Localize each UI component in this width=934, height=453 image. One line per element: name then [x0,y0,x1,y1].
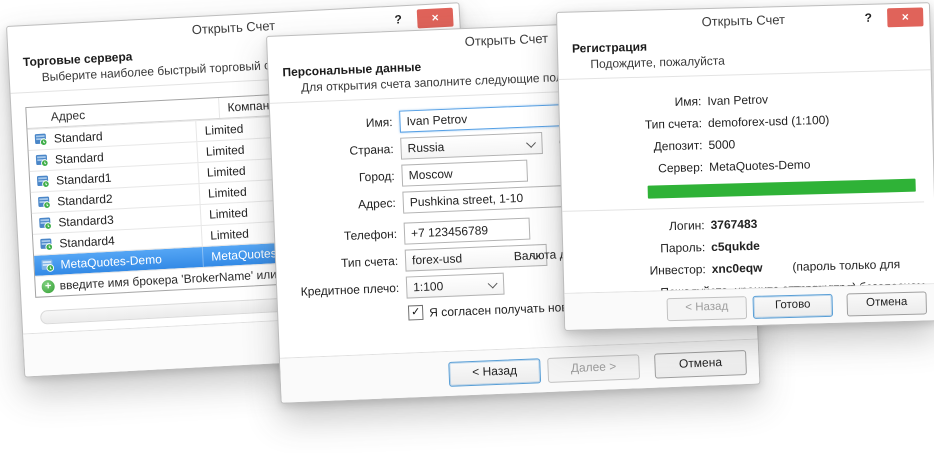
summary-value: demoforex-usd (1:100) [708,109,830,134]
summary-label: Сервер: [561,156,704,182]
registration-progress-bar [648,179,916,199]
help-button[interactable]: ? [859,5,878,31]
server-name: Standard2 [55,189,113,212]
registration-summary: Имя: Ivan Petrov Тип счета: demoforex-us… [559,70,934,316]
investor-label: Инвестор: [564,258,707,284]
back-button[interactable]: < Назад [448,358,541,387]
finish-button[interactable]: Готово [752,293,833,318]
leverage-select[interactable]: 1:100 [406,273,505,299]
server-icon [35,153,50,168]
summary-value: MetaQuotes-Demo [709,153,811,178]
server-name: Standard [53,147,105,170]
help-button[interactable]: ? [389,6,408,33]
name-label: Имя: [288,115,392,133]
server-name: Standard1 [54,168,112,191]
back-button[interactable]: < Назад [667,296,748,321]
server-icon [37,195,52,210]
close-icon: × [431,10,439,24]
close-button[interactable]: × [417,8,454,29]
next-button[interactable]: Далее > [547,354,640,383]
phone-label: Телефон: [293,227,397,245]
server-icon [40,258,55,273]
window-title: Открыть Счет [701,12,785,29]
investor-note: (пароль только для просмотра) [792,252,926,277]
investor-value: xnc0eqw [711,257,762,280]
cancel-button[interactable]: Отмена [846,291,927,316]
country-label: Страна: [289,142,393,160]
server-name: Standard4 [57,231,115,254]
dialog-footer: < Назад Далее > Отмена [280,339,759,403]
check-icon: ✓ [411,306,421,318]
close-icon: × [902,10,909,24]
newsletter-checkbox[interactable]: ✓ [408,305,424,321]
summary-value: Ivan Petrov [707,88,768,112]
window-title: Открыть Счет [191,18,275,37]
server-icon [34,132,49,147]
leverage-label: Кредитное плечо: [295,281,399,299]
login-value: 3767483 [710,213,757,236]
close-button[interactable]: × [887,7,923,27]
address-label: Адрес: [292,196,396,214]
server-icon [39,237,54,252]
leverage-value: 1:100 [413,279,444,294]
server-icon [38,216,53,231]
dialog-registration: Открыть Счет ? × Регистрация Подождите, … [556,2,934,331]
account-type-label: Тип счета: [294,254,398,272]
chevron-down-icon [488,279,498,289]
password-value: c5qukde [711,235,760,258]
server-name: Standard [51,126,103,149]
city-label: Город: [291,169,395,187]
country-value: Russia [407,140,444,155]
server-icon [36,174,51,189]
summary-value: 5000 [708,133,735,156]
server-name: Standard3 [56,210,114,233]
add-icon: + [41,279,55,293]
window-title: Открыть Счет [464,31,548,49]
cancel-button[interactable]: Отмена [654,349,747,378]
account-type-value: forex-usd [412,251,463,267]
